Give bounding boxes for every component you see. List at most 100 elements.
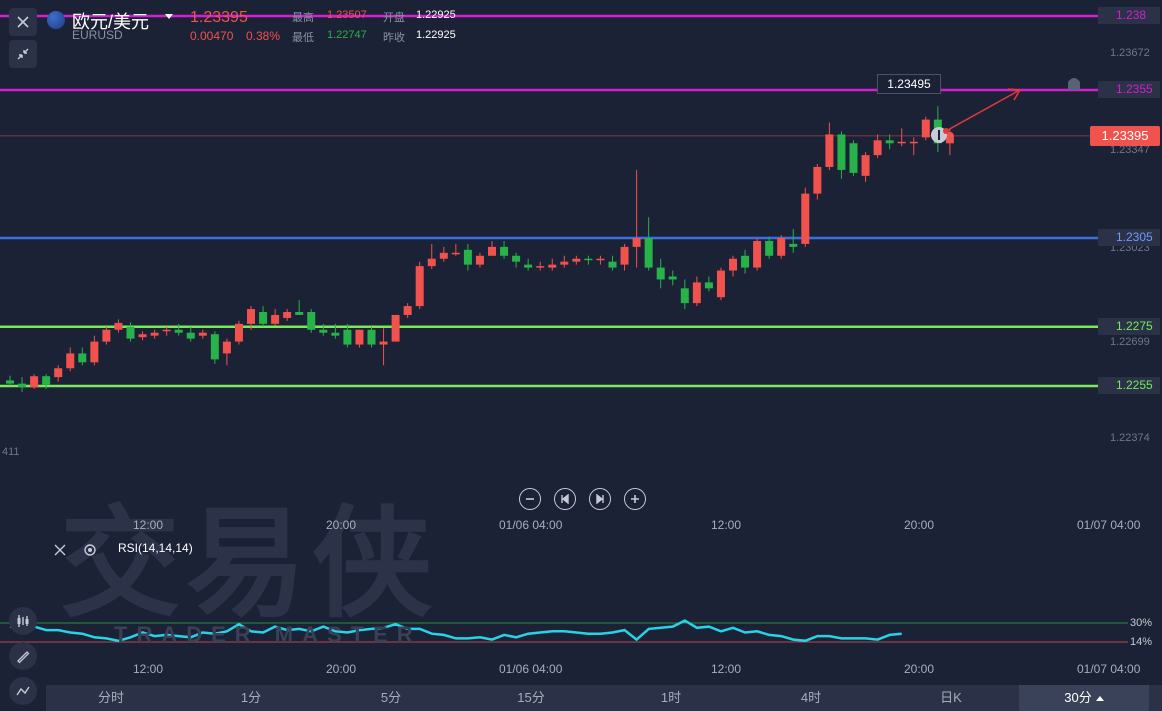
open-label: 开盘	[383, 12, 405, 24]
symbol-dropdown-icon[interactable]	[165, 14, 173, 19]
time-axis-label: 12:00	[711, 662, 742, 676]
candle-body	[6, 380, 14, 384]
candle-body	[873, 140, 882, 156]
hline-label[interactable]: 1.2355	[1098, 81, 1160, 98]
timeframe-tab-15m[interactable]: 15分	[466, 685, 596, 711]
indicator-settings-button[interactable]	[80, 540, 100, 560]
candle-body	[837, 134, 846, 170]
chart-canvas[interactable]: 交易侠	[0, 0, 1162, 711]
candle-body	[644, 238, 653, 268]
timeframe-tab-fenshi[interactable]: 分时	[46, 685, 176, 711]
candle-body	[861, 155, 870, 176]
close-icon	[54, 544, 66, 556]
axis-tick: 1.22374	[1110, 432, 1150, 444]
time-axis-label: 01/06 04:00	[499, 518, 563, 532]
timeframe-tab-1h[interactable]: 1时	[606, 685, 736, 711]
candle-body	[716, 270, 725, 298]
candle-body	[319, 329, 328, 333]
axis-tick: 1.23672	[1110, 47, 1150, 59]
scroll-end-button[interactable]	[589, 488, 611, 510]
candle-body	[765, 240, 774, 256]
candle-body	[656, 267, 665, 280]
candle-body	[367, 329, 376, 345]
timeframe-tab-30m[interactable]: 30分	[1019, 685, 1149, 711]
candle-body	[885, 140, 894, 144]
time-axis-label: 12:00	[133, 518, 164, 532]
minus-icon	[526, 498, 534, 500]
candle-body	[548, 264, 557, 268]
time-axis-label: 20:00	[326, 662, 357, 676]
candle-body	[777, 238, 786, 256]
candle-body	[415, 266, 424, 307]
timeframe-tab-5m[interactable]: 5分	[326, 685, 456, 711]
prev-close-label: 昨收	[383, 32, 405, 44]
scroll-start-button[interactable]	[554, 488, 576, 510]
zoom-out-button[interactable]	[519, 488, 541, 510]
candle-body	[174, 329, 183, 333]
candle-body	[259, 312, 268, 324]
candle-body	[78, 353, 87, 363]
candle-body	[704, 282, 713, 289]
hline-label[interactable]: 1.2255	[1098, 377, 1160, 394]
rsi-level-label: 30%	[1130, 617, 1153, 629]
timeframe-tab-daily[interactable]: 日K	[886, 685, 1016, 711]
candle-body	[210, 334, 219, 360]
candles-icon	[17, 615, 29, 627]
candle-body	[427, 258, 436, 267]
candle-body	[729, 258, 737, 271]
candle-body	[801, 193, 810, 244]
candle-body	[295, 312, 304, 315]
open-value: 1.22925	[416, 9, 456, 21]
candle-body	[753, 240, 762, 268]
time-axis-label: 01/07 04:00	[1077, 518, 1141, 532]
candle-body	[271, 314, 280, 324]
candle-body	[247, 309, 255, 324]
high-label: 最高	[292, 12, 314, 24]
draw-tool-button[interactable]	[9, 642, 37, 670]
pencil-icon	[17, 651, 30, 664]
eu-us-flag-icon	[47, 11, 65, 29]
candle-body	[451, 252, 460, 255]
skip-back-icon	[561, 494, 569, 504]
candle-body	[355, 329, 364, 345]
candle-body	[54, 368, 63, 378]
timeframe-tab-4h[interactable]: 4时	[746, 685, 876, 711]
compress-icon	[17, 48, 29, 60]
symbol-code: EURUSD	[72, 28, 123, 42]
candle-body	[512, 255, 521, 262]
trend-arrow	[945, 90, 1019, 132]
close-chart-button[interactable]	[9, 8, 37, 36]
watermark-subtitle: TRADER MASTER	[114, 622, 422, 647]
candle-body	[680, 288, 689, 304]
bell-icon	[1068, 78, 1080, 90]
time-axis-label: 01/06 04:00	[499, 662, 563, 676]
hline-label[interactable]: 1.238	[1098, 7, 1160, 24]
candle-body	[849, 143, 858, 173]
close-icon	[17, 16, 29, 28]
axis-tick: 1.22699	[1110, 336, 1150, 348]
price-change: 0.00470	[190, 29, 234, 43]
zoom-in-button[interactable]	[624, 488, 646, 510]
collapse-button[interactable]	[9, 40, 37, 68]
high-value: 1.23507	[327, 9, 367, 21]
candle-body	[813, 166, 822, 194]
left-edge-price: 411	[2, 446, 20, 458]
candle-body	[66, 353, 75, 369]
candle-body	[343, 329, 352, 345]
plus-icon	[631, 495, 639, 503]
high-tooltip: 1.23495	[877, 74, 941, 94]
candle-body	[307, 312, 316, 330]
close-indicator-button[interactable]	[50, 540, 70, 560]
timeframe-tab-1m[interactable]: 1分	[186, 685, 316, 711]
hline-label[interactable]: 1.2305	[1098, 229, 1160, 246]
candle-body	[126, 326, 135, 339]
candle-body	[608, 261, 617, 268]
line-tool-button[interactable]	[9, 677, 37, 705]
candle-body	[331, 332, 340, 336]
candle-body	[500, 246, 509, 256]
time-axis-label: 12:00	[711, 518, 742, 532]
indicator-tool-button[interactable]	[9, 607, 37, 635]
candle-body	[620, 246, 629, 265]
candle-body	[150, 332, 159, 336]
hline-label[interactable]: 1.2275	[1098, 318, 1160, 335]
